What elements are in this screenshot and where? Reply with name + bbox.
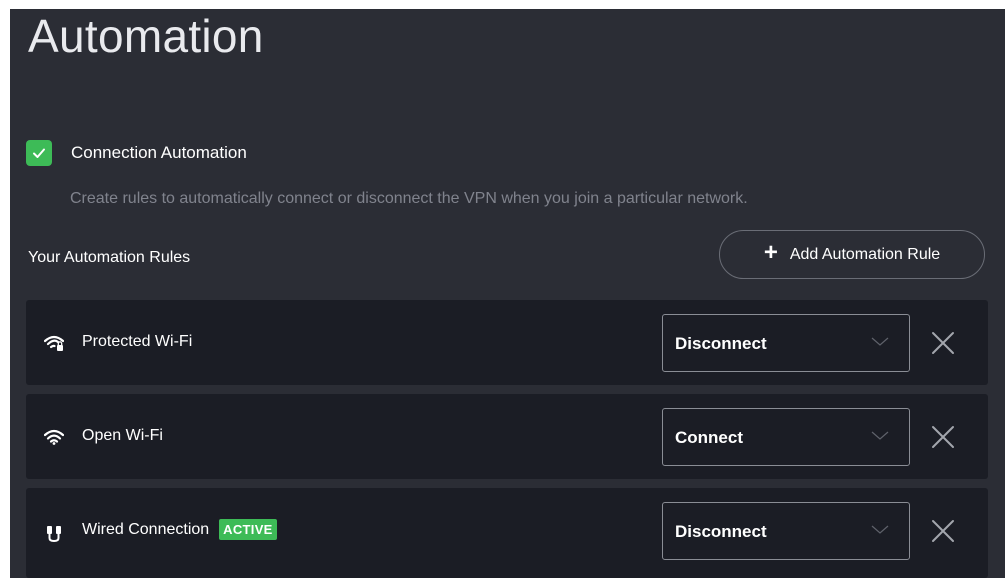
rule-name: Wired Connection ACTIVE: [82, 519, 277, 540]
connection-automation-toggle[interactable]: Connection Automation: [26, 140, 247, 166]
checkmark-icon: [33, 148, 45, 158]
automation-panel: Automation Connection Automation Create …: [10, 9, 1005, 578]
rule-action-value: Disconnect: [675, 522, 767, 541]
remove-rule-button[interactable]: [929, 329, 957, 357]
rule-action-select[interactable]: Disconnect: [662, 314, 910, 372]
rule-name-label: Open Wi-Fi: [82, 427, 163, 444]
connection-automation-description: Create rules to automatically connect or…: [70, 190, 748, 207]
remove-rule-button[interactable]: [929, 423, 957, 451]
plus-icon: +: [763, 239, 778, 266]
add-automation-rule-label: Add Automation Rule: [789, 245, 941, 263]
rule-name-label: Wired Connection: [82, 520, 210, 538]
chevron-down-icon: [871, 337, 889, 346]
rule-row-protected-wifi: Protected Wi-Fi Disconnect: [26, 300, 988, 385]
rule-action-value: Disconnect: [675, 334, 767, 353]
chevron-down-icon: [871, 431, 889, 440]
rule-action-value: Connect: [675, 428, 743, 447]
connection-automation-checkbox[interactable]: [26, 140, 52, 166]
rule-name: Open Wi-Fi: [82, 427, 163, 445]
rule-action-select[interactable]: Connect: [662, 408, 910, 466]
add-automation-rule-button[interactable]: + Add Automation Rule: [719, 230, 985, 279]
protected-wifi-icon: [43, 333, 65, 353]
status-badge: ACTIVE: [219, 519, 277, 540]
ethernet-icon: [43, 524, 65, 544]
remove-rule-button[interactable]: [929, 517, 957, 545]
close-icon: [932, 520, 954, 542]
rule-row-open-wifi: Open Wi-Fi Connect: [26, 394, 988, 479]
close-icon: [932, 332, 954, 354]
rules-heading: Your Automation Rules: [28, 249, 191, 266]
rule-name: Protected Wi-Fi: [82, 333, 192, 351]
rule-row-wired-connection: Wired Connection ACTIVE Disconnect: [26, 488, 988, 578]
connection-automation-label: Connection Automation: [71, 143, 247, 162]
page-title: Automation: [28, 10, 264, 62]
rule-name-label: Protected Wi-Fi: [82, 333, 193, 350]
close-icon: [932, 426, 954, 448]
wifi-icon: [43, 427, 65, 447]
chevron-down-icon: [871, 525, 889, 534]
rule-action-select[interactable]: Disconnect: [662, 502, 910, 560]
